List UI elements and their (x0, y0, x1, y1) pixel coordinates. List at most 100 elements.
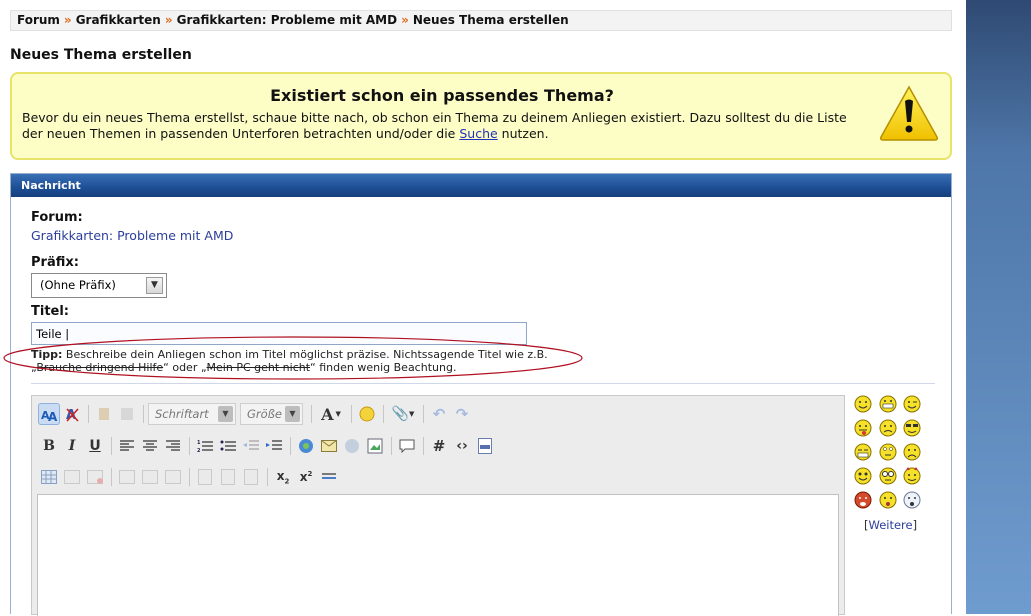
superscript-icon[interactable]: x2 (295, 466, 317, 488)
divider (31, 383, 935, 384)
notice-title: Existiert schon ein passendes Thema? (270, 86, 614, 105)
table-row-icon[interactable] (61, 466, 83, 488)
toolbar-separator (290, 437, 291, 455)
toolbar-row-2: B I U 12 # ‹› (38, 433, 497, 459)
remove-format-icon[interactable]: A (61, 403, 83, 425)
notice-text: Bevor du ein neues Thema erstellst, scha… (22, 110, 862, 142)
breadcrumb: Forum» Grafikkarten» Grafikkarten: Problem… (10, 10, 952, 31)
code-icon[interactable]: ‹› (451, 435, 473, 457)
chevron-down-icon: ▼ (285, 406, 300, 422)
breadcrumb-separator: » (164, 13, 173, 27)
image-icon[interactable] (364, 435, 386, 457)
table-icon[interactable] (38, 466, 60, 488)
horizontal-rule-icon[interactable] (318, 466, 340, 488)
message-panel: Nachricht Forum: Grafikkarten: Probleme … (10, 173, 952, 616)
align-center-icon[interactable] (139, 435, 161, 457)
notice-text-after: nutzen. (497, 126, 549, 141)
cut-icon[interactable] (93, 403, 115, 425)
delete-col-icon[interactable] (240, 466, 262, 488)
search-link[interactable]: Suche (459, 126, 497, 141)
ordered-list-icon[interactable]: 12 (194, 435, 216, 457)
toolbar-separator (267, 468, 268, 486)
title-label: Titel: (31, 304, 70, 319)
panel-header: Nachricht (11, 174, 951, 197)
align-right-icon[interactable] (162, 435, 184, 457)
link-icon[interactable] (295, 435, 317, 457)
table-delete-icon[interactable] (84, 466, 106, 488)
underline-icon[interactable]: U (84, 435, 106, 457)
page-background-band (966, 0, 1031, 614)
toolbar-separator (111, 468, 112, 486)
toolbar-separator (423, 405, 424, 423)
insert-row-below-icon[interactable] (139, 466, 161, 488)
prefix-label: Präfix: (31, 255, 79, 270)
italic-icon[interactable]: I (61, 435, 83, 457)
smilie-icon[interactable] (356, 403, 378, 425)
breadcrumb-separator: » (401, 13, 409, 27)
bold-icon[interactable]: B (38, 435, 60, 457)
font-size-select[interactable]: Größe ▼ (240, 403, 303, 425)
svg-text:A: A (48, 410, 58, 422)
toolbar-separator (143, 405, 144, 423)
subscript-icon[interactable]: x2 (272, 466, 294, 488)
toolbar-separator (111, 437, 112, 455)
toolbar-separator (189, 437, 190, 455)
chevron-down-icon: ▼ (218, 406, 233, 422)
unlink-icon[interactable] (341, 435, 363, 457)
notice-text-before: Bevor du ein neues Thema erstellst, scha… (22, 110, 847, 141)
more-smilies-link[interactable]: [Weitere] (864, 518, 917, 532)
breadcrumb-grafikkarten[interactable]: Grafikkarten (76, 13, 161, 27)
breadcrumb-separator: » (63, 13, 72, 27)
unordered-list-icon[interactable] (217, 435, 239, 457)
paste-icon[interactable] (116, 403, 138, 425)
php-icon[interactable] (474, 435, 496, 457)
wysiwyg-editor: AA A Schriftart ▼ Größe ▼ A ▼ 📎 ▼ ↶ ↷ B I U (31, 395, 845, 616)
more-smilies-label: Weitere (868, 518, 913, 532)
prefix-select-value: (Ohne Präfix) (40, 278, 116, 292)
toolbar-separator (383, 405, 384, 423)
toolbar-separator (88, 405, 89, 423)
delete-row-icon[interactable] (162, 466, 184, 488)
toolbar-separator (189, 468, 190, 486)
annotation-ellipse (3, 336, 583, 380)
page-title: Neues Thema erstellen (10, 47, 192, 63)
breadcrumb-forum[interactable]: Forum (17, 13, 60, 27)
redo-icon[interactable]: ↷ (451, 403, 473, 425)
toolbar-separator (311, 405, 312, 423)
outdent-icon[interactable] (240, 435, 262, 457)
breadcrumb-current: Neues Thema erstellen (412, 13, 569, 27)
toolbar-separator (391, 437, 392, 455)
existing-topic-notice: Existiert schon ein passendes Thema? Bev… (10, 72, 952, 160)
font-family-select[interactable]: Schriftart ▼ (148, 403, 236, 425)
forum-link[interactable]: Grafikkarten: Probleme mit AMD (31, 228, 233, 243)
breadcrumb-amd-forum[interactable]: Grafikkarten: Probleme mit AMD (177, 13, 397, 27)
quote-icon[interactable] (396, 435, 418, 457)
forum-label: Forum: (31, 210, 83, 225)
message-textarea[interactable] (37, 494, 839, 616)
switch-mode-icon[interactable]: AA (38, 403, 60, 425)
svg-text:2: 2 (197, 448, 201, 453)
smilie-grid (854, 395, 921, 509)
smilie-box (854, 395, 926, 515)
insert-col-left-icon[interactable] (194, 466, 216, 488)
undo-icon[interactable]: ↶ (428, 403, 450, 425)
font-size-value: Größe (247, 407, 282, 421)
indent-icon[interactable] (263, 435, 285, 457)
font-color-icon[interactable]: A ▼ (316, 403, 346, 425)
prefix-select[interactable]: (Ohne Präfix) ▼ (31, 273, 167, 298)
toolbar-row-3: x2 x2 (38, 464, 341, 490)
chevron-down-icon[interactable]: ▼ (146, 277, 163, 294)
align-left-icon[interactable] (116, 435, 138, 457)
toolbar-separator (351, 405, 352, 423)
email-icon[interactable] (318, 435, 340, 457)
font-family-value: Schriftart (155, 407, 209, 421)
warning-icon (880, 85, 938, 141)
insert-row-above-icon[interactable] (116, 466, 138, 488)
toolbar-row-1: AA A Schriftart ▼ Größe ▼ A ▼ 📎 ▼ ↶ ↷ (38, 401, 474, 427)
hashtag-icon[interactable]: # (428, 435, 450, 457)
toolbar-separator (423, 437, 424, 455)
attachment-icon[interactable]: 📎 ▼ (388, 403, 418, 425)
svg-text:1: 1 (197, 440, 201, 446)
bracket-close: ] (912, 518, 918, 532)
insert-col-right-icon[interactable] (217, 466, 239, 488)
